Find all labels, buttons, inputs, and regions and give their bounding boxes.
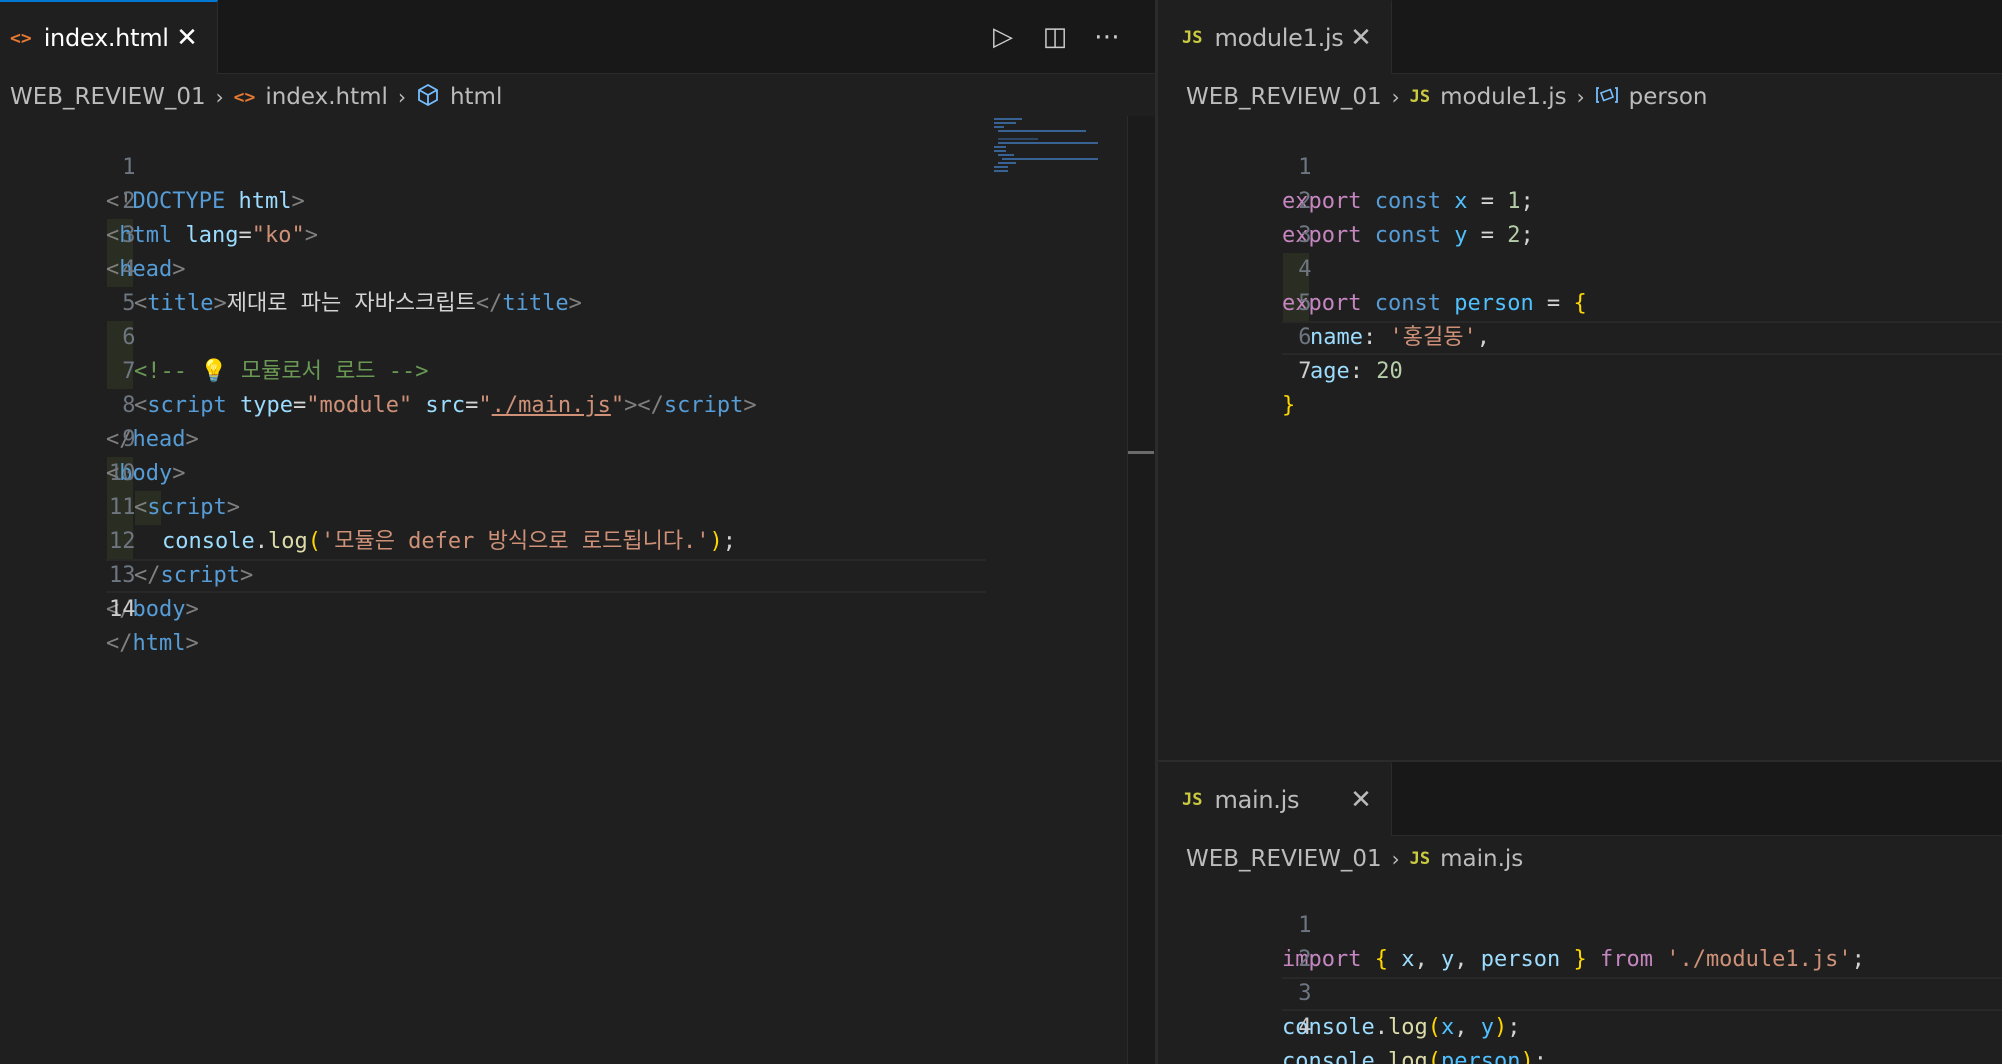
code-line: 13 </body>: [0, 525, 1155, 622]
javascript-file-icon: JS: [1409, 87, 1431, 107]
tab-label: module1.js: [1214, 24, 1344, 52]
code-line: 7 <script type="module" src="./main.js">…: [0, 321, 1155, 418]
tab-index-html[interactable]: <> index.html ✕: [0, 0, 218, 74]
chevron-right-icon: ›: [215, 85, 224, 109]
split-editor-icon[interactable]: ◫: [1040, 22, 1070, 52]
breadcrumb-file[interactable]: main.js: [1440, 846, 1523, 872]
tab-bar: JS module1.js ✕: [1158, 0, 2002, 74]
code-line: 9 <body>: [0, 389, 1155, 486]
breadcrumb-root[interactable]: WEB_REVIEW_01: [10, 84, 206, 110]
editor-group-right-top: JS module1.js ✕ WEB_REVIEW_01 › JS modul…: [1158, 0, 2002, 760]
code-line: 12 </script>: [0, 491, 1155, 588]
code-line: 5 name: '홍길동',: [1158, 253, 2002, 350]
breadcrumb: WEB_REVIEW_01 › JS main.js: [1186, 840, 1523, 878]
line-number: 14: [108, 597, 136, 622]
tab-bar: JS main.js ✕: [1158, 762, 2002, 836]
breadcrumb-symbol[interactable]: html: [450, 84, 502, 110]
code-line: 4 <title>제대로 파는 자바스크립트</title>: [0, 219, 1155, 316]
vertical-scrollbar[interactable]: [1127, 116, 1155, 1064]
html-file-icon: <>: [233, 86, 256, 108]
scrollbar-thumb[interactable]: [1128, 451, 1154, 454]
breadcrumb-root[interactable]: WEB_REVIEW_01: [1186, 84, 1382, 110]
editor-group-left: <> index.html ✕ ▷ ◫ ⋯ WEB_REVIEW_01 › <>…: [0, 0, 1155, 1064]
code-line: 1 export const x = 1;: [1158, 117, 2002, 214]
code-line: 5: [0, 253, 1155, 316]
code-line: 7 }: [1158, 321, 2002, 418]
code-line: 1 <!DOCTYPE html>: [0, 117, 1155, 214]
breadcrumb-root[interactable]: WEB_REVIEW_01: [1186, 846, 1382, 872]
chevron-right-icon: ›: [397, 85, 406, 109]
code-line: 8 </head>: [0, 355, 1155, 452]
tab-label: index.html: [43, 24, 169, 52]
code-line: 1 import { x, y, person } from './module…: [1158, 875, 2002, 972]
code-line: 2 export const y = 2;: [1158, 151, 2002, 248]
code-line: 3 <head>: [0, 185, 1155, 282]
chevron-right-icon: ›: [1576, 85, 1585, 109]
code-editor[interactable]: 1 <!DOCTYPE html> 2 <html lang="ko"> 3 <…: [0, 117, 1155, 1064]
javascript-file-icon: JS: [1182, 28, 1203, 48]
code-line: 2: [1158, 909, 2002, 972]
breadcrumb: WEB_REVIEW_01 › JS module1.js › person: [1186, 78, 1707, 116]
breadcrumb-file[interactable]: module1.js: [1440, 84, 1567, 110]
chevron-right-icon: ›: [1391, 85, 1400, 109]
line-number: 4: [1298, 1015, 1312, 1040]
code-line: 2 <html lang="ko">: [0, 151, 1155, 248]
tab-module1-js[interactable]: JS module1.js ✕: [1158, 0, 1392, 74]
editor-group-right-bottom: JS main.js ✕ WEB_REVIEW_01 › JS main.js …: [1158, 762, 2002, 1064]
code-editor[interactable]: 1 import { x, y, person } from './module…: [1158, 875, 2002, 1064]
code-line: 3 console.log(x, y);: [1158, 943, 2002, 1040]
close-icon[interactable]: ✕: [175, 23, 199, 53]
code-line: 10 <script>: [0, 423, 1155, 520]
tab-main-js[interactable]: JS main.js ✕: [1158, 762, 1392, 836]
editor-actions: ▷ ◫ ⋯: [988, 0, 1122, 74]
javascript-file-icon: JS: [1409, 849, 1431, 869]
tab-label: main.js: [1214, 786, 1300, 814]
tab-bar: <> index.html ✕ ▷ ◫ ⋯: [0, 0, 1155, 74]
close-icon[interactable]: ✕: [1349, 23, 1373, 53]
breadcrumb-symbol[interactable]: person: [1629, 84, 1708, 110]
code-line: 14 </html>: [0, 559, 1155, 656]
html-file-icon: <>: [10, 27, 32, 49]
run-icon[interactable]: ▷: [988, 22, 1018, 52]
code-line: 6 age: 20: [1158, 287, 2002, 384]
code-editor[interactable]: 1 export const x = 1; 2 export const y =…: [1158, 117, 2002, 760]
close-icon[interactable]: ✕: [1349, 785, 1373, 815]
line-number: 7: [1298, 359, 1312, 384]
chevron-right-icon: ›: [1391, 847, 1400, 871]
breadcrumb-file[interactable]: index.html: [265, 84, 388, 110]
code-line: 6 <!-- 💡 모듈로서 로드 -->: [0, 287, 1155, 384]
minimap[interactable]: [994, 116, 1104, 176]
code-line: 4 console.log(person);: [1158, 977, 2002, 1064]
code-line: 4 export const person = {: [1158, 219, 2002, 316]
javascript-file-icon: JS: [1182, 790, 1203, 810]
variable-symbol-icon: [1595, 84, 1619, 111]
code-line: 3: [1158, 185, 2002, 248]
breadcrumb: WEB_REVIEW_01 › <> index.html › html: [10, 78, 502, 116]
more-actions-icon[interactable]: ⋯: [1092, 22, 1122, 52]
cube-symbol-icon: [416, 83, 440, 112]
code-line: 11 console.log('모듈은 defer 방식으로 로드됩니다.');: [0, 457, 1155, 554]
